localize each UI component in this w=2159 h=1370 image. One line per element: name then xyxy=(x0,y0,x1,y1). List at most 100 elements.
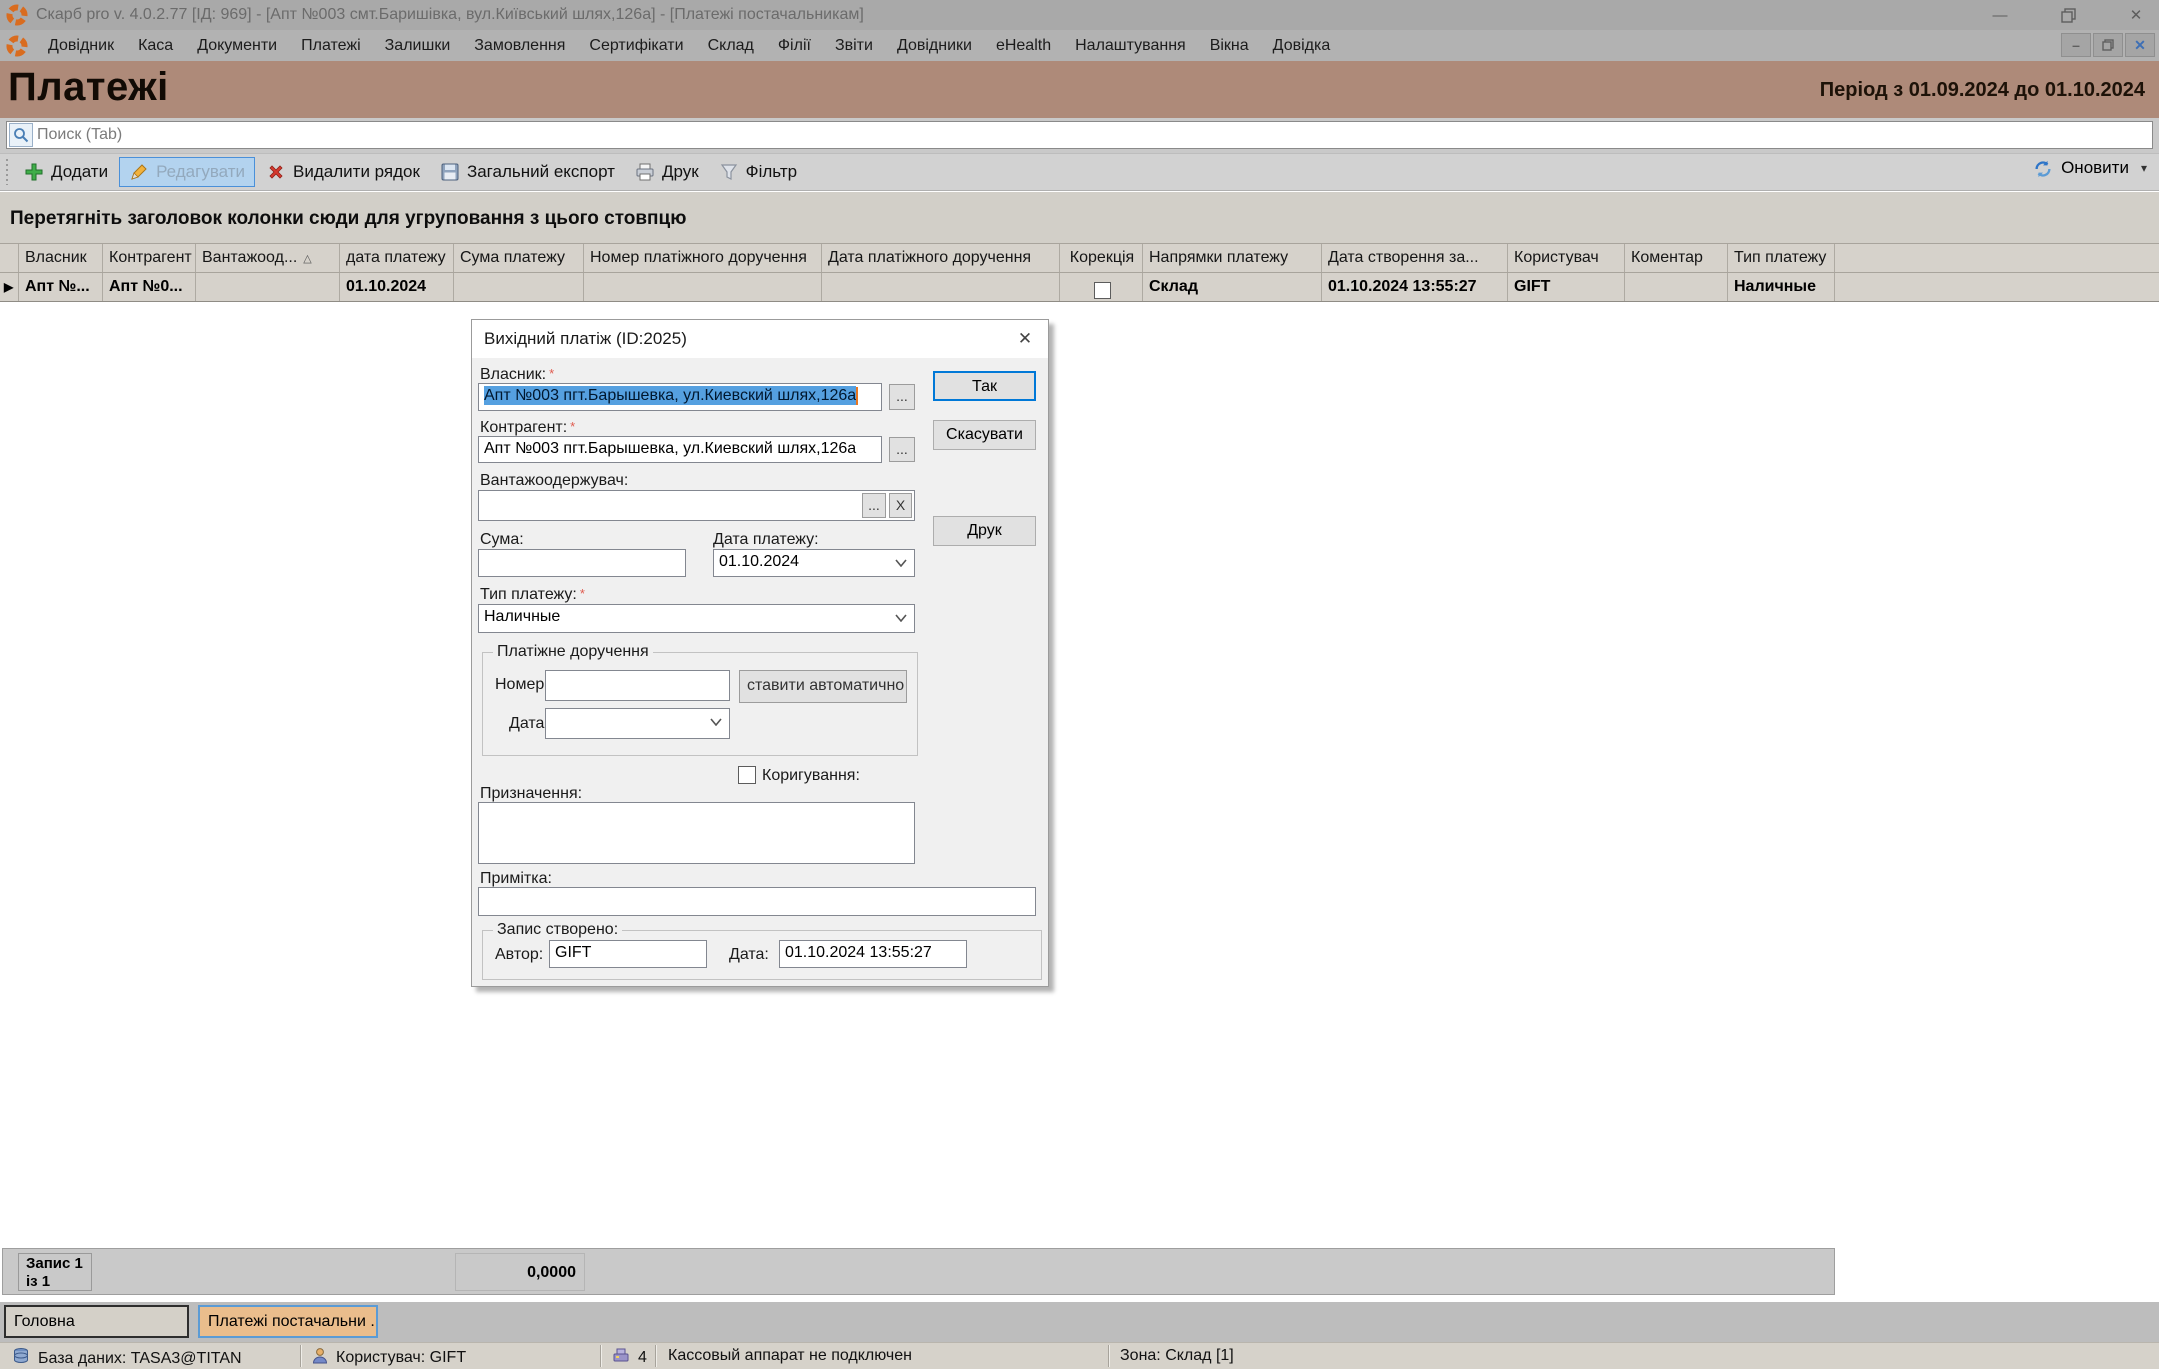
adjustment-checkbox[interactable] xyxy=(738,766,756,784)
tab-supplier-payments[interactable]: Платежі постачальни .. xyxy=(198,1305,378,1338)
col-header-sum[interactable]: Сума платежу xyxy=(454,244,584,272)
print-button[interactable]: Друк xyxy=(626,158,708,186)
owner-field[interactable]: Апт №003 пгт.Барышевка, ул.Киевский шлях… xyxy=(478,383,882,411)
export-button[interactable]: Загальний експорт xyxy=(431,158,624,186)
red-x-icon xyxy=(266,162,286,182)
tab-home[interactable]: Головна xyxy=(4,1305,189,1338)
restore-icon[interactable] xyxy=(2055,2,2081,28)
text-caret xyxy=(856,387,858,405)
filter-button[interactable]: Фільтр xyxy=(710,158,806,186)
cell-order-number[interactable] xyxy=(584,273,822,301)
menu-dovidka[interactable]: Довідка xyxy=(1261,33,1343,59)
cell-pay-type[interactable]: Наличные xyxy=(1728,273,1835,301)
order-number-label: Номер: xyxy=(495,676,549,694)
consignee-label: Вантажоодержувач: xyxy=(480,472,628,490)
cell-contragent[interactable]: Апт №0... xyxy=(103,273,196,301)
mdi-minimize-icon[interactable]: – xyxy=(2061,33,2091,57)
correction-checkbox[interactable] xyxy=(1094,282,1111,299)
author-field[interactable]: GIFT xyxy=(549,940,707,968)
menu-vikna[interactable]: Вікна xyxy=(1198,33,1261,59)
menu-zalyshky[interactable]: Залишки xyxy=(373,33,463,59)
dialog-title: Вихідний платіж (ID:2025) xyxy=(472,320,1048,358)
col-header-order-number[interactable]: Номер платіжного доручення xyxy=(584,244,822,272)
dialog-close-icon[interactable]: ✕ xyxy=(1014,328,1036,350)
mdi-restore-icon[interactable] xyxy=(2093,33,2123,57)
cell-sum[interactable] xyxy=(454,273,584,301)
order-auto-button[interactable]: ставити автоматично xyxy=(739,670,907,703)
menu-sertyfikaty[interactable]: Сертифікати xyxy=(577,33,695,59)
mdi-close-icon[interactable]: ✕ xyxy=(2125,33,2155,57)
close-icon[interactable]: ✕ xyxy=(2123,2,2149,28)
table-row[interactable]: ▶ Апт №... Апт №0... 01.10.2024 Склад 01… xyxy=(0,273,2159,302)
menu-platezhi[interactable]: Платежі xyxy=(289,33,373,59)
menu-nalashtuvannia[interactable]: Налаштування xyxy=(1063,33,1198,59)
status-database: База даних: TASA3@TITAN xyxy=(38,1350,242,1368)
col-header-owner[interactable]: Власник xyxy=(19,244,103,272)
cell-direction[interactable]: Склад xyxy=(1143,273,1322,301)
col-header-consignee[interactable]: Вантажоод...△ xyxy=(196,244,340,272)
owner-browse-button[interactable]: ... xyxy=(889,384,915,410)
cell-comment[interactable] xyxy=(1625,273,1728,301)
menu-kasa[interactable]: Каса xyxy=(126,33,185,59)
refresh-button[interactable]: Оновити ▾ xyxy=(2033,158,2147,178)
menu-dokumenty[interactable]: Документи xyxy=(185,33,289,59)
col-header-comment[interactable]: Коментар xyxy=(1625,244,1728,272)
cell-owner[interactable]: Апт №... xyxy=(19,273,103,301)
col-header-correction[interactable]: Корекція xyxy=(1060,244,1143,272)
created-date-field[interactable]: 01.10.2024 13:55:27 xyxy=(779,940,967,968)
add-button[interactable]: Додати xyxy=(15,158,117,186)
user-icon xyxy=(312,1347,328,1369)
sum-total: 0,0000 xyxy=(455,1253,585,1291)
col-header-pay-date[interactable]: дата платежу xyxy=(340,244,454,272)
note-field[interactable] xyxy=(478,887,1036,916)
edit-button[interactable]: Редагувати xyxy=(119,157,255,187)
status-bar: База даних: TASA3@TITAN Користувач: GIFT… xyxy=(0,1342,2159,1369)
refresh-dropdown-icon[interactable]: ▾ xyxy=(2141,161,2147,175)
cancel-button[interactable]: Скасувати xyxy=(933,420,1036,450)
group-by-band[interactable]: Перетягніть заголовок колонки сюди для у… xyxy=(0,192,2159,243)
col-header-created[interactable]: Дата створення за... xyxy=(1322,244,1508,272)
menu-sklad[interactable]: Склад xyxy=(696,33,766,59)
cell-created[interactable]: 01.10.2024 13:55:27 xyxy=(1322,273,1508,301)
search-icon xyxy=(9,123,33,147)
title-bar: Скарб pro v. 4.0.2.77 [ІД: 969] - [Апт №… xyxy=(0,0,2159,30)
consignee-field[interactable] xyxy=(478,490,915,521)
ok-button[interactable]: Так xyxy=(933,371,1036,401)
cell-order-date[interactable] xyxy=(822,273,1060,301)
menu-zamovlennia[interactable]: Замовлення xyxy=(462,33,577,59)
order-date-field[interactable] xyxy=(545,708,730,739)
consignee-clear-button[interactable]: X xyxy=(889,493,912,518)
group-by-hint: Перетягніть заголовок колонки сюди для у… xyxy=(10,208,686,230)
dialog-print-button[interactable]: Друк xyxy=(933,516,1036,546)
cell-user[interactable]: GIFT xyxy=(1508,273,1625,301)
minimize-icon[interactable]: — xyxy=(1987,2,2013,28)
order-number-field[interactable] xyxy=(545,670,730,701)
col-header-contragent[interactable]: Контрагент xyxy=(103,244,196,272)
cell-consignee[interactable] xyxy=(196,273,340,301)
col-header-order-date[interactable]: Дата платіжного доручення xyxy=(822,244,1060,272)
payment-order-group-label: Платіжне доручення xyxy=(493,643,653,661)
menu-zvity[interactable]: Звіти xyxy=(823,33,885,59)
author-label: Автор: xyxy=(495,946,543,964)
delete-row-button[interactable]: Видалити рядок xyxy=(257,158,429,186)
purpose-textarea[interactable] xyxy=(478,802,915,864)
cell-correction[interactable] xyxy=(1060,273,1143,301)
search-input[interactable]: Поиск (Tab) xyxy=(6,121,2153,149)
required-asterisk: * xyxy=(580,586,585,601)
pay-type-select[interactable]: Наличные xyxy=(478,604,915,633)
col-header-pay-type[interactable]: Тип платежу xyxy=(1728,244,1835,272)
menu-dovidnyky[interactable]: Довідники xyxy=(885,33,984,59)
menu-filii[interactable]: Філії xyxy=(766,33,823,59)
cell-pay-date[interactable]: 01.10.2024 xyxy=(340,273,454,301)
contragent-field[interactable]: Апт №003 пгт.Барышевка, ул.Киевский шлях… xyxy=(478,436,882,463)
menu-dovidnyk[interactable]: Довідник xyxy=(36,33,126,59)
consignee-browse-button[interactable]: ... xyxy=(862,493,886,518)
menu-ehealth[interactable]: eHealth xyxy=(984,33,1063,59)
col-header-direction[interactable]: Напрямки платежу xyxy=(1143,244,1322,272)
contragent-browse-button[interactable]: ... xyxy=(889,437,915,462)
chevron-down-icon xyxy=(895,614,907,622)
adjustment-label: Коригування: xyxy=(762,767,860,785)
col-header-user[interactable]: Користувач xyxy=(1508,244,1625,272)
pay-date-field[interactable]: 01.10.2024 xyxy=(713,549,915,577)
sum-field[interactable] xyxy=(478,549,686,577)
